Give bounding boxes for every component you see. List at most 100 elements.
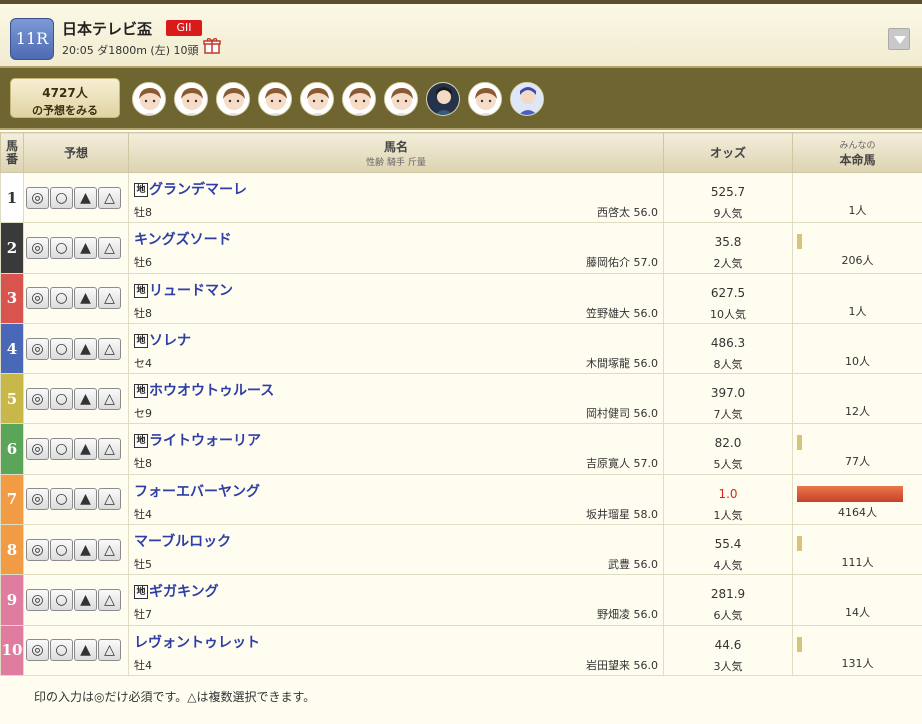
sex-age: 牡4: [134, 507, 152, 521]
predictor-avatar[interactable]: [510, 82, 544, 116]
taikou-mark-button[interactable]: ○: [50, 589, 73, 612]
race-info: 20:05 ダ1800m (左) 10頭: [62, 44, 199, 57]
honmei-mark-button[interactable]: ◎: [26, 538, 49, 561]
table-row: 5 ◎ ○ ▲ △ 地ホウオウトゥルース セ9 岡村健司 56.0 397.0 7人気 12人: [0, 373, 922, 425]
view-predictions-button[interactable]: 4727人 の予想をみる: [10, 78, 120, 118]
taikou-mark-button[interactable]: ○: [50, 488, 73, 511]
honmei-mark-button[interactable]: ◎: [26, 387, 49, 410]
table-row: 9 ◎ ○ ▲ △ 地ギガキング 牡7 野畑凌 56.0 281.9 6人気 14人: [0, 574, 922, 626]
taikou-mark-button[interactable]: ○: [50, 538, 73, 561]
predictor-avatar[interactable]: [384, 82, 418, 116]
predictor-avatar[interactable]: [174, 82, 208, 116]
horse-name-link[interactable]: フォーエバーヤング: [134, 481, 260, 501]
honmei-mark-button[interactable]: ◎: [26, 337, 49, 360]
renka-mark-button[interactable]: △: [98, 639, 121, 662]
predictor-avatar[interactable]: [426, 82, 460, 116]
horse-name-link[interactable]: レヴォントゥレット: [134, 632, 260, 652]
renka-mark-button[interactable]: △: [98, 337, 121, 360]
jockey-weight: 野畑凌 56.0: [597, 608, 658, 622]
predictor-avatar[interactable]: [132, 82, 166, 116]
taikou-mark-button[interactable]: ○: [50, 387, 73, 410]
prediction-marks: ◎ ○ ▲ △: [23, 473, 129, 526]
prediction-marks: ◎ ○ ▲ △: [23, 624, 129, 676]
renka-mark-button[interactable]: △: [98, 488, 121, 511]
taikou-mark-button[interactable]: ○: [50, 287, 73, 310]
horse-name: リュードマン: [149, 282, 233, 299]
predictor-avatar[interactable]: [216, 82, 250, 116]
honmei-mark-button[interactable]: ◎: [26, 438, 49, 461]
vote-count: 4164人: [838, 505, 877, 519]
horse-name-link[interactable]: 地リュードマン: [134, 280, 233, 300]
horse-name-link[interactable]: キングズソード: [134, 229, 232, 249]
gift-icon[interactable]: [203, 36, 221, 54]
tanana-mark-button[interactable]: ▲: [74, 186, 97, 209]
view-predictions-label: の予想をみる: [32, 104, 98, 117]
renka-mark-button[interactable]: △: [98, 387, 121, 410]
horse-name-link[interactable]: マーブルロック: [134, 531, 231, 551]
renka-mark-button[interactable]: △: [98, 589, 121, 612]
odds-value: 525.7: [710, 185, 746, 199]
horse-name-link[interactable]: 地グランデマーレ: [134, 179, 247, 199]
tanana-mark-button[interactable]: ▲: [74, 589, 97, 612]
horse-cell: レヴォントゥレット 牡4 岩田望来 56.0: [128, 624, 664, 676]
collapse-button[interactable]: [888, 28, 910, 50]
predictor-avatar[interactable]: [258, 82, 292, 116]
table-row: 2 ◎ ○ ▲ △ キングズソード 牡6 藤岡佑介 57.0 35.8 2人気 206人: [0, 222, 922, 274]
popularity: 3人気: [713, 659, 743, 673]
honmei-mark-button[interactable]: ◎: [26, 186, 49, 209]
race-number-badge: 11R: [10, 18, 54, 60]
tanana-mark-button[interactable]: ▲: [74, 538, 97, 561]
jockey-weight: 坂井瑠星 58.0: [586, 507, 658, 521]
odds-value: 486.3: [710, 335, 746, 350]
tanana-mark-button[interactable]: ▲: [74, 438, 97, 461]
predictor-avatar[interactable]: [300, 82, 334, 116]
renka-mark-button[interactable]: △: [98, 438, 121, 461]
vote-share-bar: [797, 485, 903, 502]
renka-mark-button[interactable]: △: [98, 236, 121, 259]
odds-cell: 82.0 5人気: [663, 423, 793, 475]
local-horse-badge: 地: [134, 183, 148, 197]
predictor-avatar[interactable]: [342, 82, 376, 116]
jockey-weight: 武豊 56.0: [608, 558, 658, 572]
prediction-marks: ◎ ○ ▲ △: [23, 222, 129, 274]
taikou-mark-button[interactable]: ○: [50, 186, 73, 209]
odds-value: 281.9: [710, 587, 746, 602]
tanana-mark-button[interactable]: ▲: [74, 488, 97, 511]
taikou-mark-button[interactable]: ○: [50, 236, 73, 259]
horse-name-link[interactable]: 地ホウオウトゥルース: [134, 380, 274, 400]
horse-name-link[interactable]: 地ライトウォーリア: [134, 430, 261, 450]
odds-cell: 1.0 1人気: [663, 473, 793, 526]
taikou-mark-button[interactable]: ○: [50, 639, 73, 662]
table-row: 6 ◎ ○ ▲ △ 地ライトウォーリア 牡8 吉原寛人 57.0 82.0 5人気 77人: [0, 423, 922, 475]
vote-count: 206人: [841, 254, 874, 268]
table-row: 1 ◎ ○ ▲ △ 地グランデマーレ 牡8 西啓太 56.0 525.7 9人気 1人: [0, 171, 922, 224]
tanana-mark-button[interactable]: ▲: [74, 387, 97, 410]
taikou-mark-button[interactable]: ○: [50, 337, 73, 360]
horse-name-link[interactable]: 地ギガキング: [134, 581, 219, 601]
honmei-mark-button[interactable]: ◎: [26, 236, 49, 259]
honmei-mark-button[interactable]: ◎: [26, 639, 49, 662]
tanana-mark-button[interactable]: ▲: [74, 639, 97, 662]
taikou-mark-button[interactable]: ○: [50, 438, 73, 461]
horse-number: 5: [0, 373, 24, 425]
tanana-mark-button[interactable]: ▲: [74, 236, 97, 259]
horse-number: 6: [0, 423, 24, 475]
honmei-mark-button[interactable]: ◎: [26, 287, 49, 310]
renka-mark-button[interactable]: △: [98, 287, 121, 310]
popularity: 4人気: [713, 559, 743, 573]
honmei-mark-button[interactable]: ◎: [26, 488, 49, 511]
renka-mark-button[interactable]: △: [98, 538, 121, 561]
predictor-count: 4727人: [42, 86, 88, 100]
tanana-mark-button[interactable]: ▲: [74, 337, 97, 360]
honmei-cell: 14人: [792, 574, 922, 626]
honmei-mark-button[interactable]: ◎: [26, 589, 49, 612]
renka-mark-button[interactable]: △: [98, 186, 121, 209]
tanana-mark-button[interactable]: ▲: [74, 287, 97, 310]
sex-age: 牡6: [134, 256, 152, 270]
predictor-avatar[interactable]: [468, 82, 502, 116]
header-horse-label: 馬名: [383, 139, 408, 154]
local-horse-badge: 地: [134, 283, 148, 298]
odds-value: 82.0: [714, 436, 742, 451]
header-umaban: 馬番: [0, 132, 24, 173]
horse-name-link[interactable]: 地ソレナ: [134, 330, 191, 350]
